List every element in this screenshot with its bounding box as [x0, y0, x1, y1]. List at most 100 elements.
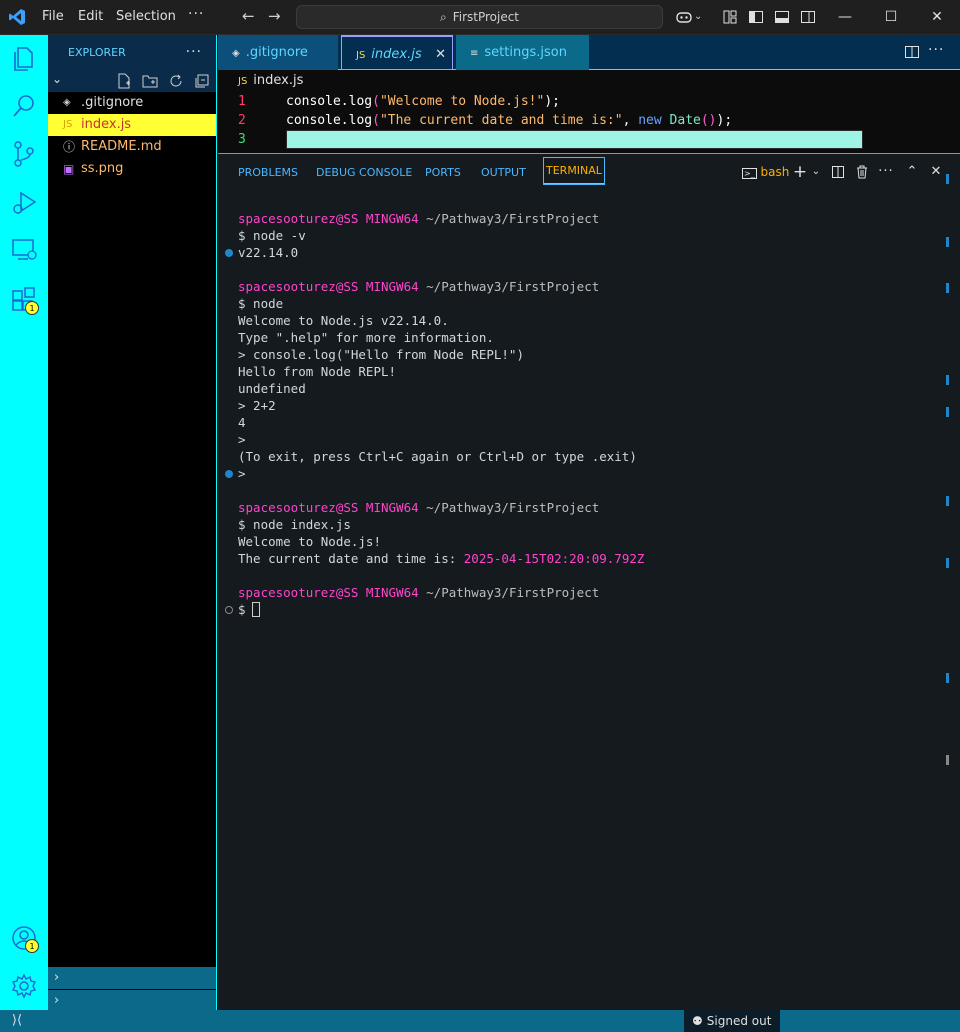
current-line-highlight	[286, 130, 863, 149]
terminal-output-line: Welcome to Node.js!	[238, 534, 381, 549]
new-terminal-icon[interactable]: +	[792, 164, 808, 181]
run-debug-icon[interactable]	[9, 187, 39, 217]
command-success-dot[interactable]	[225, 470, 233, 478]
command-center-search[interactable]: ⌕ FirstProject	[296, 5, 663, 29]
js-file-icon: JS	[63, 119, 73, 130]
terminal-input-line[interactable]: $	[238, 601, 260, 618]
file-item-index-js[interactable]: JS index.js	[48, 114, 216, 136]
project-folder-header[interactable]: ⌄	[48, 70, 216, 92]
chevron-right-icon: ›	[54, 993, 60, 1008]
tab-terminal[interactable]: TERMINAL	[543, 157, 605, 185]
minimize-icon[interactable]: —	[822, 0, 868, 35]
line-number: 1	[238, 94, 246, 109]
breadcrumb: JS index.js	[218, 70, 960, 92]
terminal-output-line: Type ".help" for more information.	[238, 330, 494, 345]
search-icon[interactable]	[9, 91, 39, 121]
bottom-panel: PROBLEMS DEBUG CONSOLE PORTS OUTPUT TERM…	[218, 153, 960, 1010]
chevron-down-icon[interactable]: ⌄	[52, 72, 62, 86]
terminal-cursor	[251, 602, 260, 617]
shell-name: bash	[760, 165, 790, 179]
toggle-secondary-sidebar-icon[interactable]	[800, 9, 816, 25]
panel-more-icon[interactable]: ···	[878, 164, 894, 180]
terminal-dropdown-chevron-icon[interactable]: ⌄	[808, 164, 824, 180]
accounts-badge: 1	[25, 939, 39, 953]
tab-problems[interactable]: PROBLEMS	[238, 166, 298, 179]
panel-tabs: PROBLEMS DEBUG CONSOLE PORTS OUTPUT TERM…	[218, 154, 960, 188]
scrollbar-marker	[946, 174, 949, 184]
explorer-more-icon[interactable]: ···	[186, 35, 202, 70]
terminal-prompt-line: spacesooturez@SS MINGW64 ~/Pathway3/Firs…	[238, 585, 600, 600]
activity-bar: 1 1	[0, 35, 48, 1010]
file-item-readme[interactable]: ⓘ README.md	[48, 136, 216, 158]
new-file-icon[interactable]	[116, 73, 132, 89]
maximize-panel-chevron-up-icon[interactable]: ⌃	[904, 164, 920, 180]
customize-layout-icon[interactable]	[722, 9, 738, 25]
js-file-icon: JS	[238, 76, 248, 87]
settings-gear-icon[interactable]	[9, 971, 39, 1001]
toggle-panel-icon[interactable]	[774, 9, 790, 25]
tab-settings-json[interactable]: ≡ settings.json	[456, 35, 589, 70]
line-number: 3	[238, 132, 246, 147]
timeline-section-collapsed[interactable]: ›	[48, 990, 216, 1012]
code-line-current: 3	[218, 130, 960, 149]
breadcrumb-file[interactable]: index.js	[253, 73, 303, 88]
terminal-command: $ node -v	[238, 228, 306, 243]
line-number: 2	[238, 113, 246, 128]
code-editor[interactable]: 1 console.log("Welcome to Node.js!"); 2 …	[218, 92, 960, 152]
file-item-ss-png[interactable]: ▣ ss.png	[48, 158, 216, 180]
scrollbar-marker	[946, 558, 949, 568]
copilot-chevron-down-icon[interactable]: ⌄	[694, 11, 702, 22]
close-panel-icon[interactable]: ✕	[928, 164, 944, 180]
line-content: console.log("The current date and time i…	[286, 113, 733, 128]
terminal-shell-selector[interactable]: >_ bash	[742, 164, 792, 180]
tab-gitignore[interactable]: ◈ .gitignore	[218, 35, 338, 70]
copilot-icon[interactable]	[676, 9, 692, 25]
explorer-icon[interactable]	[9, 43, 39, 73]
tab-label: index.js	[371, 47, 422, 62]
signed-out-status[interactable]: ⚉ Signed out	[684, 1010, 780, 1032]
split-terminal-icon[interactable]	[830, 164, 846, 180]
collapse-all-icon[interactable]	[194, 73, 210, 89]
menu-more-icon[interactable]: ···	[188, 6, 204, 22]
menu-edit[interactable]: Edit	[78, 9, 103, 24]
new-folder-icon[interactable]	[142, 73, 158, 89]
scrollbar-marker	[946, 283, 949, 293]
tab-ports[interactable]: PORTS	[425, 166, 461, 179]
remote-explorer-icon[interactable]	[9, 235, 39, 265]
close-icon[interactable]: ✕	[914, 0, 960, 35]
kill-terminal-trash-icon[interactable]	[854, 164, 870, 180]
tab-output[interactable]: OUTPUT	[481, 166, 526, 179]
tab-label: .gitignore	[245, 45, 308, 60]
tab-debug-console[interactable]: DEBUG CONSOLE	[316, 166, 412, 179]
vscode-logo-icon[interactable]	[8, 8, 26, 26]
code-line: 1 console.log("Welcome to Node.js!");	[218, 92, 960, 111]
file-item-gitignore[interactable]: ◈ .gitignore	[48, 92, 216, 114]
menu-selection[interactable]: Selection	[116, 9, 176, 24]
outline-section-collapsed[interactable]: ›	[48, 967, 216, 989]
command-pending-dot[interactable]	[225, 606, 233, 614]
command-success-dot[interactable]	[225, 249, 233, 257]
explorer-header: EXPLORER ···	[48, 35, 216, 70]
menu-file[interactable]: File	[42, 9, 64, 24]
scrollbar-marker	[946, 407, 949, 417]
gitignore-file-icon: ◈	[63, 97, 71, 108]
editor-more-icon[interactable]: ···	[928, 42, 944, 58]
info-file-icon: ⓘ	[63, 140, 76, 154]
terminal-icon: >_	[742, 168, 757, 179]
split-editor-icon[interactable]	[904, 44, 920, 60]
back-arrow-icon[interactable]: ←	[242, 7, 255, 25]
file-name: ss.png	[81, 161, 124, 176]
tab-index-js[interactable]: JS index.js ✕	[341, 35, 453, 70]
close-tab-icon[interactable]: ✕	[435, 37, 446, 72]
remote-indicator-icon[interactable]: ⟩⟨	[0, 1010, 34, 1032]
file-tree: ◈ .gitignore JS index.js ⓘ README.md ▣ s…	[48, 92, 216, 180]
toggle-primary-sidebar-icon[interactable]	[748, 9, 764, 25]
file-name: index.js	[81, 117, 132, 132]
source-control-icon[interactable]	[9, 139, 39, 169]
forward-arrow-icon[interactable]: →	[268, 7, 281, 25]
signed-out-label: Signed out	[706, 1014, 772, 1028]
js-tab-icon: JS	[356, 50, 366, 61]
maximize-icon[interactable]: ☐	[868, 0, 914, 35]
refresh-icon[interactable]	[168, 73, 184, 89]
chevron-right-icon: ›	[54, 970, 60, 985]
